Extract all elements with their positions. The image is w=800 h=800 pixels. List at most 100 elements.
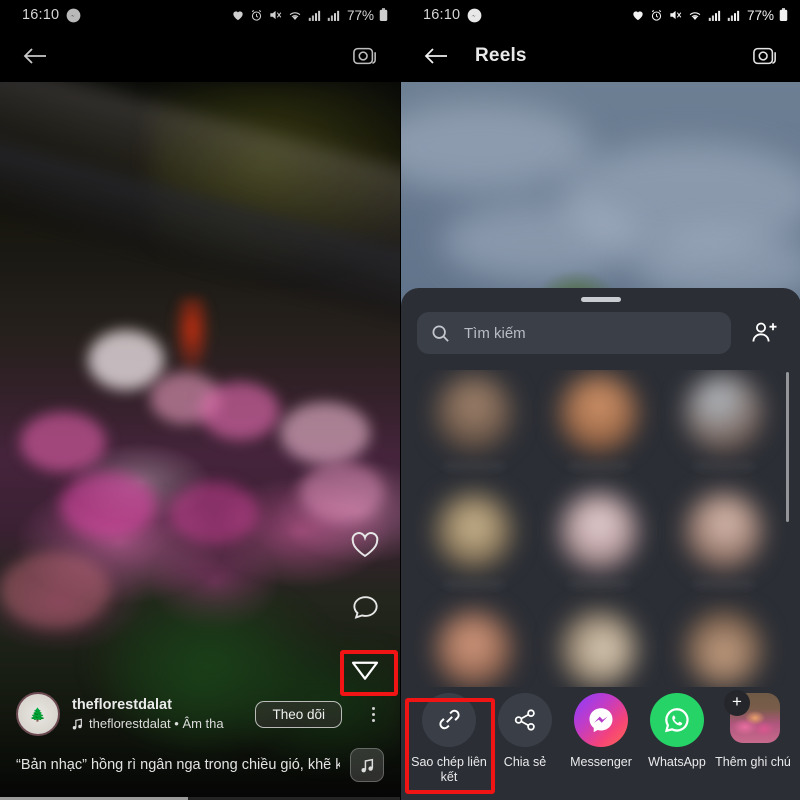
contact-item[interactable]: [540, 370, 659, 484]
share-sheet-search-row: Tìm kiếm: [401, 302, 800, 354]
search-placeholder: Tìm kiếm: [464, 324, 526, 342]
contacts-scrollbar[interactable]: [786, 372, 789, 522]
status-bar-right: 16:10 77%: [401, 0, 800, 30]
comment-button[interactable]: [346, 588, 384, 626]
dual-screenshot-comparison: 16:10 77% 🌲 theflorestdalat theflorestda…: [0, 0, 800, 800]
contact-name: [692, 580, 755, 589]
music-button[interactable]: [350, 748, 384, 782]
contact-avatar: [435, 610, 514, 687]
contact-avatar: [559, 492, 638, 570]
flower-bloom: [20, 412, 106, 472]
contacts-grid[interactable]: [415, 370, 789, 687]
contact-item[interactable]: [664, 488, 783, 602]
contact-name: [443, 462, 506, 471]
status-time: 16:10: [423, 7, 461, 23]
camera-icon: [753, 47, 776, 65]
signal-icon: [727, 9, 741, 22]
status-bar-right-group: 77%: [631, 8, 788, 23]
camera-icon: [353, 47, 376, 65]
post-username[interactable]: theflorestdalat: [72, 697, 224, 713]
highlight-box-copy-link: [405, 698, 495, 794]
left-phone-screen: 16:10 77% 🌲 theflorestdalat theflorestda…: [0, 0, 400, 800]
post-caption[interactable]: “Bản nhạc” hồng rì ngân nga trong chiều …: [16, 757, 340, 773]
heart-icon: [231, 8, 245, 22]
flower-bloom: [300, 462, 384, 522]
contact-name: [567, 462, 630, 471]
search-input[interactable]: Tìm kiếm: [417, 312, 731, 354]
battery-percent-label: 77%: [346, 7, 374, 23]
background-red-figure: [172, 297, 212, 377]
contact-name: [692, 462, 755, 471]
share-target-add-note[interactable]: + Thêm ghi chú: [715, 689, 791, 771]
status-bar-right-group: 77%: [231, 8, 388, 23]
heart-icon: [351, 532, 379, 558]
share-nodes-icon: [514, 709, 535, 731]
flower-bloom: [0, 552, 110, 628]
flower-bloom: [60, 472, 156, 538]
share-target-label: WhatsApp: [648, 754, 706, 769]
avatar[interactable]: 🌲: [16, 692, 60, 736]
wifi-icon: [287, 8, 303, 22]
post-meta-left: 🌲 theflorestdalat theflorestdalat • Âm t…: [0, 692, 400, 782]
contact-avatar: [435, 374, 514, 452]
contact-item[interactable]: [415, 370, 534, 484]
signal-icon: [708, 9, 722, 22]
plus-icon[interactable]: +: [724, 689, 750, 716]
back-arrow-icon: [23, 48, 46, 64]
status-time: 16:10: [22, 7, 60, 23]
contact-avatar: [559, 610, 638, 687]
post-audio-label: theflorestdalat • Âm tha: [89, 716, 224, 731]
header-left: [0, 30, 400, 82]
contact-item[interactable]: [664, 370, 783, 484]
contact-item[interactable]: [415, 488, 534, 602]
more-options-button[interactable]: [362, 706, 384, 722]
share-circle: [498, 692, 552, 747]
share-target-whatsapp[interactable]: WhatsApp: [639, 692, 715, 771]
like-button[interactable]: [346, 526, 384, 564]
more-options-icon: [371, 718, 375, 722]
back-button-left[interactable]: [18, 39, 52, 73]
battery-icon: [379, 8, 388, 22]
more-options-icon: [371, 706, 375, 710]
status-bar-left-group: 16:10: [423, 7, 482, 23]
right-phone-screen: 16:10 77% Reels Tìm kiếm Sao chép liên k…: [400, 0, 800, 800]
add-note-thumbnail: +: [724, 689, 780, 747]
signal-icon: [308, 9, 322, 22]
flower-bloom: [200, 382, 280, 440]
mute-icon: [268, 8, 282, 22]
contact-avatar: [435, 492, 514, 570]
share-target-messenger[interactable]: Messenger: [563, 692, 639, 771]
cloud: [401, 102, 591, 192]
signal-icon: [327, 9, 341, 22]
messenger-circle: [574, 692, 628, 747]
camera-button-left[interactable]: [348, 39, 382, 73]
whatsapp-circle: [650, 692, 704, 747]
back-button-right[interactable]: [419, 39, 453, 73]
share-target-share[interactable]: Chia sẻ: [487, 692, 563, 771]
contact-item[interactable]: [540, 606, 659, 687]
wifi-icon: [687, 8, 703, 22]
messenger-badge-icon: [467, 8, 482, 23]
post-audio[interactable]: theflorestdalat • Âm tha: [72, 716, 224, 731]
heart-icon: [631, 8, 645, 22]
battery-icon: [779, 8, 788, 22]
music-note-icon: [361, 758, 373, 772]
add-people-button[interactable]: [743, 312, 787, 354]
post-caption-row: “Bản nhạc” hồng rì ngân nga trong chiều …: [16, 748, 384, 782]
contact-item[interactable]: [664, 606, 783, 687]
flower-bloom: [280, 402, 370, 464]
share-target-label: Thêm ghi chú: [715, 754, 791, 769]
battery-percent-label: 77%: [746, 7, 774, 23]
messenger-icon: [589, 708, 613, 732]
alarm-icon: [650, 9, 663, 22]
back-arrow-icon: [424, 48, 447, 64]
contact-item[interactable]: [540, 488, 659, 602]
camera-button-right[interactable]: [748, 39, 782, 73]
contact-item[interactable]: [415, 606, 534, 687]
post-author-names: theflorestdalat theflorestdalat • Âm tha: [72, 697, 224, 731]
status-bar-left: 16:10 77%: [0, 0, 400, 30]
follow-button[interactable]: Theo dõi: [255, 700, 342, 728]
more-options-icon: [371, 712, 375, 716]
whatsapp-icon: [664, 707, 689, 733]
mute-icon: [668, 8, 682, 22]
